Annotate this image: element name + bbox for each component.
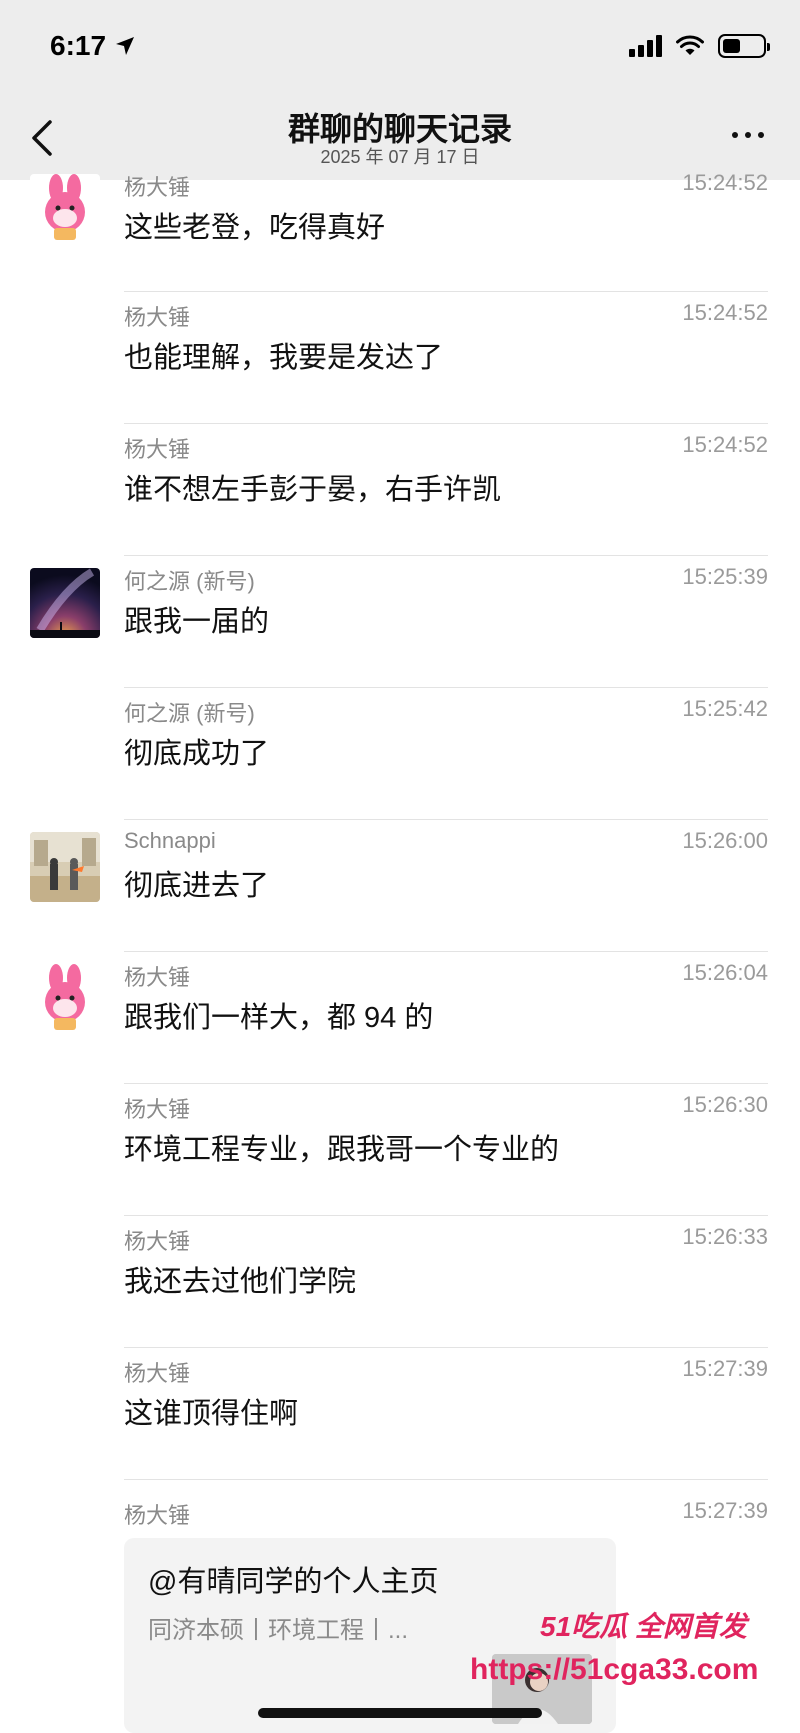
divider [124,1479,768,1480]
message-text[interactable]: 彻底成功了 [124,730,269,772]
message-item[interactable]: 杨大锤 15:24:52 也能理解，我要是发达了 [0,292,800,424]
dot-icon [758,132,764,138]
top-bar: 6:17 群聊的聊天记录 2025 年 07 月 17 日 [0,0,800,180]
sender-name: 杨大锤 [124,305,191,330]
watermark-brand: 51吃瓜 全网首发 [540,1611,747,1642]
card-title: @有晴同学的个人主页 [148,1566,439,1598]
message-time: 15:26:00 [682,828,768,853]
sender-name: 杨大锤 [124,1503,191,1528]
message-text[interactable]: 谁不想左手彭于晏，右手许凯 [124,466,501,508]
sender-name: 杨大锤 [124,965,191,990]
message-item[interactable]: 何之源 (新号) 15:25:39 跟我一届的 [0,556,800,688]
avatar-pink-bunny[interactable] [30,174,100,244]
dot-icon [745,132,751,138]
message-item[interactable]: Schnappi 15:26:00 彻底进去了 [0,820,800,952]
chat-date: 2025 年 07 月 17 日 [320,147,480,167]
home-indicator[interactable] [258,1708,542,1718]
message-time: 15:25:42 [682,696,768,721]
message-item[interactable]: 杨大锤 15:24:52 谁不想左手彭于晏，右手许凯 [0,424,800,556]
message-text[interactable]: 跟我们一样大，都 94 的 [124,994,433,1036]
message-time: 15:27:39 [682,1498,768,1523]
sender-name: 何之源 (新号) [124,701,255,726]
battery-icon [718,34,770,58]
message-item[interactable]: 何之源 (新号) 15:25:42 彻底成功了 [0,688,800,820]
message-item[interactable]: 杨大锤 15:26:30 环境工程专业，跟我哥一个专业的 [0,1084,800,1216]
galaxy-avatar-icon [30,568,100,638]
watermark: 51吃瓜 全网首发 https://51cga33.com [450,1605,790,1705]
sender-name: 何之源 (新号) [124,569,255,594]
message-text[interactable]: 这些老登，吃得真好 [124,204,385,246]
message-time: 15:27:39 [682,1356,768,1381]
pink-bunny-avatar-icon [30,964,100,1034]
message-time: 15:26:30 [682,1092,768,1117]
avatar-pink-bunny[interactable] [30,964,100,1034]
more-options-button[interactable] [732,132,764,138]
message-item[interactable]: 杨大锤 15:26:33 我还去过他们学院 [0,1216,800,1348]
card-description: 同济本硕丨环境工程丨... [148,1617,409,1644]
dot-icon [732,132,738,138]
sender-name: 杨大锤 [124,175,191,200]
message-text[interactable]: 环境工程专业，跟我哥一个专业的 [124,1126,559,1168]
message-text[interactable]: 我还去过他们学院 [124,1258,356,1300]
avatar-galaxy[interactable] [30,568,100,638]
message-time: 15:24:52 [682,432,768,457]
sender-name: 杨大锤 [124,437,191,462]
wifi-icon [676,35,704,55]
message-time: 15:24:52 [682,170,768,195]
message-item[interactable]: 杨大锤 15:26:04 跟我们一样大，都 94 的 [0,952,800,1084]
message-text[interactable]: 跟我一届的 [124,598,269,640]
status-indicators [629,34,770,58]
message-time: 15:26:04 [682,960,768,985]
sender-name: Schnappi [124,828,216,853]
message-time: 15:26:33 [682,1224,768,1249]
message-item[interactable]: 杨大锤 15:27:39 这谁顶得住啊 [0,1348,800,1480]
handshake-photo-avatar-icon [30,832,100,902]
watermark-url: https://51cga33.com [470,1653,759,1686]
status-time: 6:17 [50,30,136,62]
status-time-text: 6:17 [50,30,107,61]
message-text[interactable]: 这谁顶得住啊 [124,1390,298,1432]
message-list: 杨大锤 15:24:52 这些老登，吃得真好 杨大锤 15:24:52 也能理解… [0,170,800,1480]
message-item[interactable]: 杨大锤 15:24:52 这些老登，吃得真好 [0,170,800,292]
sender-name: 杨大锤 [124,1097,191,1122]
sender-name: 杨大锤 [124,1229,191,1254]
avatar-handshake-photo[interactable] [30,832,100,902]
message-time: 15:25:39 [682,564,768,589]
pink-bunny-avatar-icon [30,174,100,244]
message-text[interactable]: 彻底进去了 [124,862,269,904]
message-time: 15:24:52 [682,300,768,325]
location-arrow-icon [116,37,135,55]
message-text[interactable]: 也能理解，我要是发达了 [124,334,443,376]
cellular-signal-icon [629,35,662,57]
sender-name: 杨大锤 [124,1361,191,1386]
